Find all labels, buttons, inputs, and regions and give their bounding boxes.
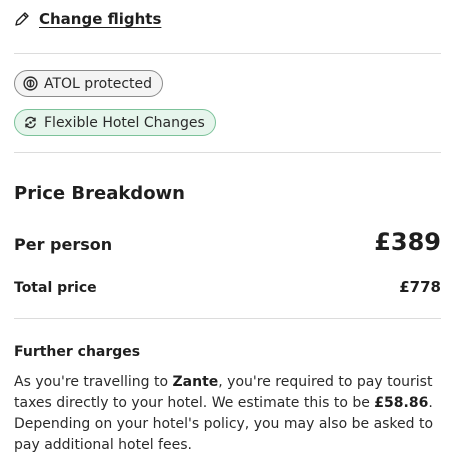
atol-protected-badge: ATOL protected [14,70,164,97]
per-person-row: Per person £389 [14,228,441,256]
further-charges-text-part: As you're travelling to [14,374,173,390]
change-flights-link[interactable]: Change flights [14,10,161,28]
booking-summary-panel: Change flights ATOL protected Flexible H… [0,0,454,467]
total-price-value: £778 [399,278,441,296]
per-person-price: £389 [374,228,441,256]
pencil-icon [15,12,29,26]
total-price-label: Total price [14,280,97,296]
flexible-hotel-changes-label: Flexible Hotel Changes [44,114,205,131]
further-charges-text: As you're travelling to Zante, you're re… [14,372,444,456]
price-breakdown-title: Price Breakdown [14,183,185,204]
total-price-row: Total price £778 [14,278,441,296]
divider [14,318,441,319]
flexible-hotel-changes-badge: Flexible Hotel Changes [14,109,216,136]
divider [14,53,441,54]
change-flights-label[interactable]: Change flights [39,10,161,28]
flexible-change-icon [25,116,36,129]
atol-protected-label: ATOL protected [44,75,153,92]
per-person-label: Per person [14,235,113,254]
destination-name: Zante [172,374,219,390]
atol-icon [23,76,38,91]
further-charges-title: Further charges [14,344,141,360]
divider [14,152,441,153]
tourist-tax-estimate: £58.86 [374,395,429,411]
